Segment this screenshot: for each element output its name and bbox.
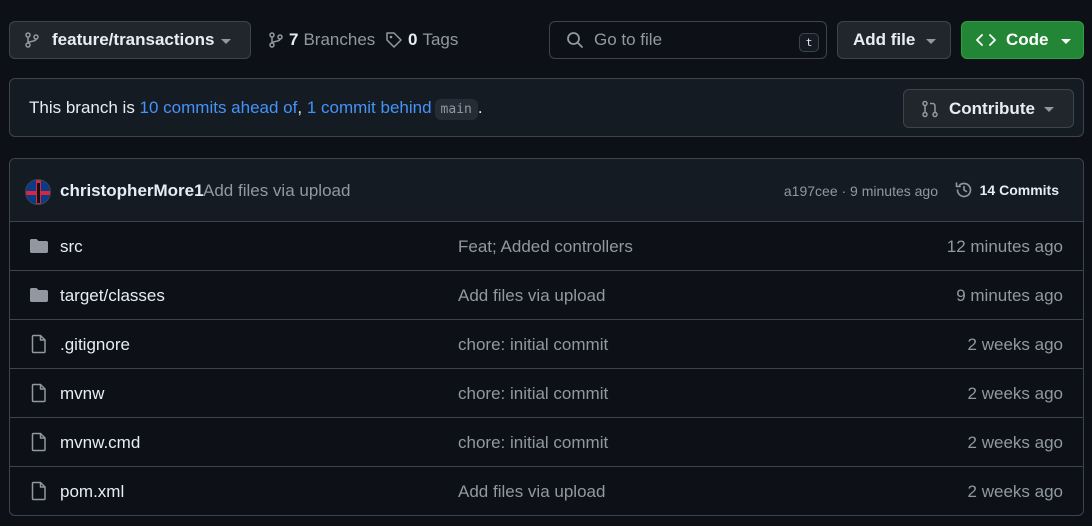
- folder-icon: [29, 237, 49, 255]
- go-to-file-search[interactable]: Go to file t: [549, 21, 827, 59]
- commit-message-link[interactable]: chore: initial commit: [458, 335, 608, 355]
- branch-status-suffix: .: [477, 98, 483, 117]
- commit-time: 2 weeks ago: [967, 384, 1063, 403]
- code-button[interactable]: Code: [961, 21, 1084, 59]
- file-icon: [29, 383, 49, 403]
- chevron-down-icon: [1044, 107, 1054, 112]
- contribute-label: Contribute: [949, 98, 1035, 118]
- commit-message-link[interactable]: chore: initial commit: [458, 384, 608, 404]
- table-row[interactable]: pom.xml Add files via upload 2 weeks ago: [10, 467, 1083, 515]
- branch-status-separator: ,: [297, 98, 307, 117]
- commit-message-link[interactable]: Feat; Added controllers: [458, 237, 633, 257]
- file-icon: [29, 432, 49, 452]
- history-icon: [954, 180, 974, 200]
- file-icon: [29, 481, 49, 501]
- tag-icon: [385, 31, 403, 49]
- commit-author-link[interactable]: christopherMore1: [60, 181, 204, 201]
- chevron-down-icon: [926, 39, 936, 44]
- git-branch-icon: [24, 32, 40, 48]
- file-name-link[interactable]: mvnw: [60, 384, 104, 404]
- git-pull-request-icon: [921, 100, 939, 118]
- branch-selector-button[interactable]: feature/transactions: [9, 21, 251, 59]
- chevron-down-icon: [221, 39, 231, 44]
- commit-hash-time[interactable]: a197cee · 9 minutes ago: [784, 183, 938, 199]
- commit-time: 2 weeks ago: [967, 482, 1063, 501]
- base-branch-chip[interactable]: main: [434, 99, 478, 120]
- branches-label: Branches: [303, 30, 376, 49]
- commit-message-link[interactable]: Add files via upload: [203, 181, 350, 201]
- table-row[interactable]: target/classes Add files via upload 9 minu…: [10, 271, 1083, 320]
- table-row[interactable]: src Feat; Added controllers 12 minutes ago: [10, 222, 1083, 271]
- contribute-button[interactable]: Contribute: [903, 89, 1074, 128]
- search-input[interactable]: Go to file: [594, 30, 662, 50]
- branch-status-banner: This branch is 10 commits ahead of, 1 co…: [9, 78, 1084, 137]
- code-label: Code: [1006, 30, 1049, 49]
- table-row[interactable]: .gitignore chore: initial commit 2 weeks a…: [10, 320, 1083, 369]
- file-name-link[interactable]: .gitignore: [60, 335, 130, 355]
- commits-count-link[interactable]: 14 Commits: [954, 180, 1059, 200]
- commit-time: 2 weeks ago: [967, 433, 1063, 452]
- folder-icon: [29, 286, 49, 304]
- table-row[interactable]: mvnw.cmd chore: initial commit 2 weeks ago: [10, 418, 1083, 467]
- file-name-link[interactable]: src: [60, 237, 83, 257]
- keyboard-shortcut-hint: t: [799, 33, 819, 52]
- latest-commit-header: christopherMore1 Add files via upload a1…: [10, 159, 1083, 222]
- commits-behind-link[interactable]: 1 commit behind: [307, 98, 432, 117]
- commit-time: 2 weeks ago: [967, 335, 1063, 354]
- branch-name: feature/transactions: [52, 30, 215, 49]
- commits-count-label: 14 Commits: [979, 182, 1059, 198]
- add-file-button[interactable]: Add file: [837, 21, 951, 59]
- file-table: christopherMore1 Add files via upload a1…: [9, 158, 1084, 516]
- tags-link[interactable]: 0 Tags: [385, 30, 458, 50]
- search-icon: [566, 31, 584, 49]
- chevron-down-icon: [1061, 39, 1071, 44]
- file-icon: [29, 334, 49, 354]
- tags-label: Tags: [422, 30, 459, 49]
- commit-time: 9 minutes ago: [956, 286, 1063, 305]
- branches-link[interactable]: 7 Branches: [268, 30, 375, 50]
- commit-message-link[interactable]: Add files via upload: [458, 286, 605, 306]
- branch-status-prefix: This branch is: [29, 98, 140, 117]
- file-name-link[interactable]: mvnw.cmd: [60, 433, 140, 453]
- code-icon: [976, 32, 996, 48]
- avatar[interactable]: [25, 179, 51, 205]
- commits-ahead-link[interactable]: 10 commits ahead of: [140, 98, 298, 117]
- branches-count: 7: [289, 30, 299, 49]
- commit-message-link[interactable]: Add files via upload: [458, 482, 605, 502]
- branch-status-text: This branch is 10 commits ahead of, 1 co…: [29, 98, 483, 120]
- commit-time: 12 minutes ago: [946, 237, 1063, 256]
- tags-count: 0: [408, 30, 418, 49]
- table-row[interactable]: mvnw chore: initial commit 2 weeks ago: [10, 369, 1083, 418]
- git-branch-icon: [268, 32, 284, 48]
- add-file-label: Add file: [853, 30, 916, 49]
- file-name-link[interactable]: pom.xml: [60, 482, 124, 502]
- commit-message-link[interactable]: chore: initial commit: [458, 433, 608, 453]
- file-name-link[interactable]: target/classes: [60, 286, 165, 306]
